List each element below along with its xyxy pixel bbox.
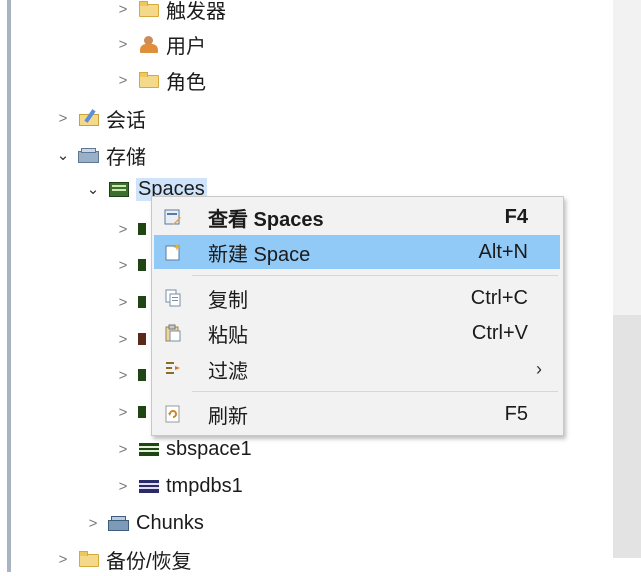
tree-item-hidden[interactable]: > xyxy=(114,358,146,392)
tree-item-label: 角色 xyxy=(166,71,206,94)
chevron-right-icon[interactable]: > xyxy=(114,36,132,53)
menu-item-label: 复制 xyxy=(208,289,248,312)
session-icon xyxy=(78,109,100,127)
tree-item-label: 用户 xyxy=(166,35,206,58)
chevron-right-icon[interactable]: > xyxy=(54,110,72,127)
menu-item-paste[interactable]: 粘贴 Ctrl+V xyxy=(154,316,560,350)
menu-item-copy[interactable]: 复制 Ctrl+C xyxy=(154,281,560,315)
storage-icon xyxy=(78,146,100,164)
tree-item-triggers[interactable]: > 触发器 xyxy=(114,0,226,26)
tree-item-backup-restore[interactable]: > 备份/恢复 xyxy=(54,542,192,576)
spaces-icon xyxy=(108,180,130,198)
chevron-down-icon[interactable]: ⌄ xyxy=(54,146,72,164)
tree-item-sbspace1[interactable]: > sbspace1 xyxy=(114,432,252,466)
chevron-right-icon[interactable]: > xyxy=(114,367,132,384)
menu-item-shortcut: F5 xyxy=(504,402,528,425)
chevron-right-icon[interactable]: > xyxy=(114,478,132,495)
chevron-right-icon[interactable]: > xyxy=(114,221,132,238)
paste-icon xyxy=(165,324,181,342)
copy-icon xyxy=(165,289,181,307)
menu-item-shortcut: F4 xyxy=(504,205,528,228)
chevron-right-icon[interactable]: > xyxy=(114,294,132,311)
tree-item-hidden[interactable]: > xyxy=(114,212,146,246)
menu-item-filter[interactable]: 过滤 › xyxy=(154,352,560,386)
folder-icon xyxy=(138,71,160,89)
refresh-icon xyxy=(165,405,180,423)
tree-item-hidden[interactable]: > xyxy=(114,248,146,282)
panel-left-border xyxy=(0,0,11,572)
menu-item-label: 过滤 xyxy=(208,360,248,383)
scrollbar[interactable] xyxy=(613,315,641,558)
new-icon xyxy=(165,243,181,261)
tree-item-label: 触发器 xyxy=(166,0,226,23)
chevron-right-icon[interactable]: > xyxy=(114,72,132,89)
context-menu: 查看 Spaces F4 新建 Space Alt+N 复制 Ctrl+C 粘贴… xyxy=(151,196,564,436)
view-icon xyxy=(164,209,181,225)
dbspace-icon xyxy=(138,333,146,345)
dbspace-icon xyxy=(138,223,146,235)
tmpdbs-icon xyxy=(138,477,160,495)
submenu-arrow-icon: › xyxy=(536,358,542,379)
dbspace-icon xyxy=(138,296,146,308)
filter-icon xyxy=(166,362,180,374)
tree-item-label: tmpdbs1 xyxy=(166,474,243,497)
chevron-right-icon[interactable]: > xyxy=(84,515,102,532)
menu-item-view-spaces[interactable]: 查看 Spaces F4 xyxy=(154,200,560,234)
chevron-right-icon[interactable]: > xyxy=(114,441,132,458)
menu-item-refresh[interactable]: 刷新 F5 xyxy=(154,397,560,431)
menu-item-shortcut: Alt+N xyxy=(478,240,528,263)
tree-item-users[interactable]: > 用户 xyxy=(114,27,206,61)
chevron-right-icon[interactable]: > xyxy=(114,1,132,18)
tree-item-chunks[interactable]: > Chunks xyxy=(84,506,204,540)
menu-item-shortcut: Ctrl+V xyxy=(471,321,528,344)
chevron-right-icon[interactable]: > xyxy=(114,257,132,274)
menu-item-new-space[interactable]: 新建 Space Alt+N xyxy=(154,235,560,269)
menu-item-label: 新建 Space xyxy=(208,243,311,266)
tree-item-label: Chunks xyxy=(136,511,204,534)
tree-item-hidden[interactable]: > xyxy=(114,395,146,429)
tree-item-tmpdbs1[interactable]: > tmpdbs1 xyxy=(114,469,243,503)
folder-icon xyxy=(78,550,100,568)
menu-item-label: 粘贴 xyxy=(208,324,248,347)
panel-bottom xyxy=(613,558,641,572)
chevron-right-icon[interactable]: > xyxy=(114,331,132,348)
tree-item-hidden[interactable]: > xyxy=(114,285,146,319)
user-icon xyxy=(138,35,160,53)
menu-separator xyxy=(192,275,558,276)
menu-separator xyxy=(192,391,558,392)
tree-item-label: 会话 xyxy=(106,109,146,132)
chevron-down-icon[interactable]: ⌄ xyxy=(84,180,102,198)
menu-item-label: 查看 Spaces xyxy=(208,208,324,231)
tree-item-sessions[interactable]: > 会话 xyxy=(54,101,146,135)
tree-item-storage[interactable]: ⌄ 存储 xyxy=(54,138,146,172)
dbspace-icon xyxy=(138,369,146,381)
folder-icon xyxy=(138,0,160,18)
tree-item-hidden[interactable]: > xyxy=(114,322,146,356)
right-panel xyxy=(613,0,641,572)
chunks-icon xyxy=(108,514,130,532)
menu-item-label: 刷新 xyxy=(208,405,248,428)
chevron-right-icon[interactable]: > xyxy=(54,551,72,568)
menu-item-shortcut: Ctrl+C xyxy=(470,286,528,309)
tree-item-label: sbspace1 xyxy=(166,437,252,460)
dbspace-icon xyxy=(138,259,146,271)
tree-item-label: 存储 xyxy=(106,146,146,169)
sbspace-icon xyxy=(138,440,160,458)
tree-item-roles[interactable]: > 角色 xyxy=(114,63,206,97)
dbspace-icon xyxy=(138,406,146,418)
tree-item-label: 备份/恢复 xyxy=(106,550,192,573)
chevron-right-icon[interactable]: > xyxy=(114,404,132,421)
